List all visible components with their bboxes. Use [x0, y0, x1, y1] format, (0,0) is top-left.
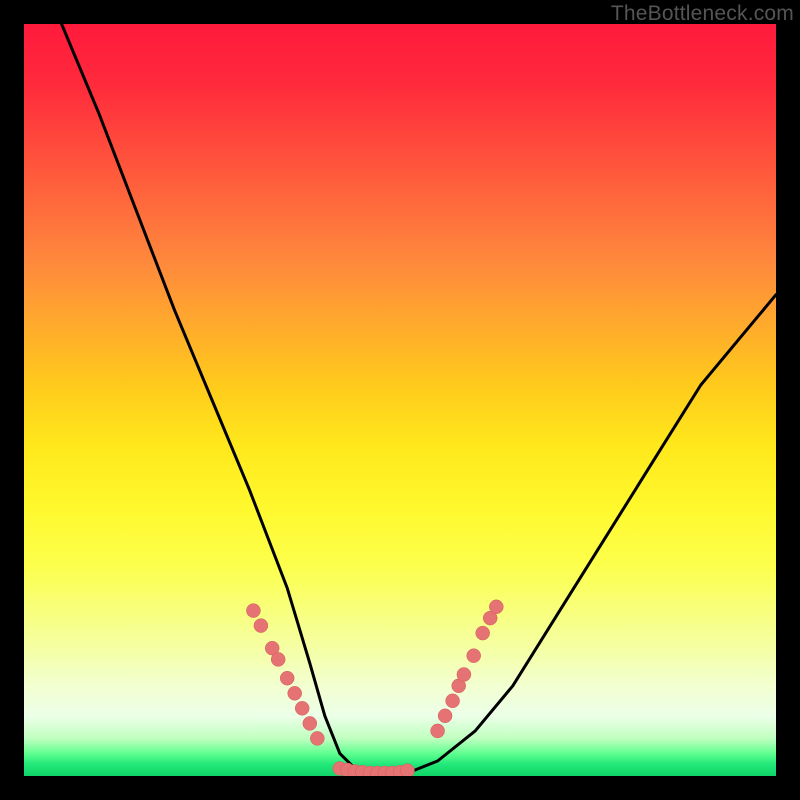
- watermark-text: TheBottleneck.com: [611, 2, 794, 26]
- curve-svg: [24, 24, 776, 776]
- bottleneck-curve: [62, 24, 776, 776]
- chart-container: TheBottleneck.com: [0, 0, 800, 800]
- plot-area: [24, 24, 776, 776]
- data-markers: [246, 600, 503, 776]
